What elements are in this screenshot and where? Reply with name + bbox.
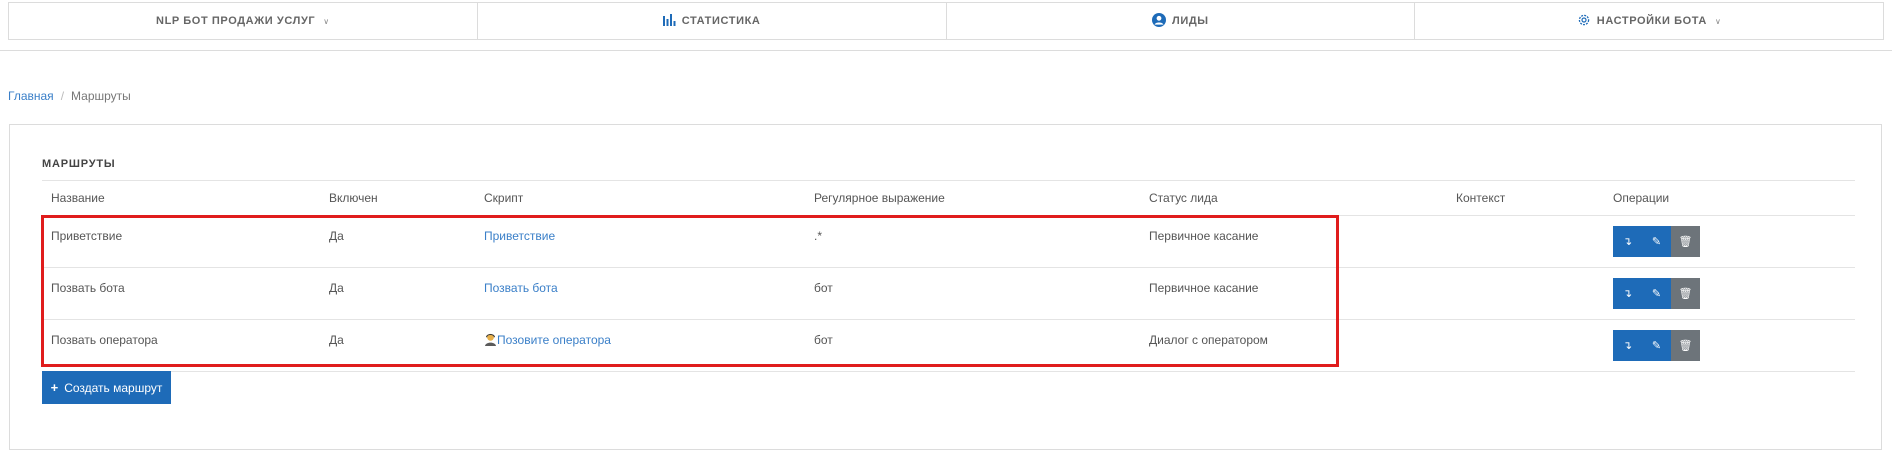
column-header-script[interactable]: Скрипт [475,180,805,216]
table-row: Приветствие Да Приветствие .* Первичное … [42,215,1855,268]
operator-icon [484,333,497,347]
edit-icon: ✎ [1651,236,1662,248]
plus-icon: + [50,380,59,395]
route-operations: ↴ ✎ 🗑 [1604,319,1855,372]
routes-card: МАРШРУТЫ Название Включен Скрипт Регуляр… [9,124,1882,450]
table-row: Позвать бота Да Позвать бота бот Первичн… [42,267,1855,320]
edit-button[interactable]: ✎ [1642,226,1671,257]
route-status: Первичное касание [1140,215,1447,268]
breadcrumb-current: Маршруты [71,89,131,103]
delete-button[interactable]: 🗑 [1671,226,1700,257]
edit-button[interactable]: ✎ [1642,278,1671,309]
table-header-row: Название Включен Скрипт Регулярное выраж… [42,180,1855,216]
nav-statistics-label: СТАТИСТИКА [681,15,761,27]
move-icon: ↴ [1622,340,1633,352]
column-header-status[interactable]: Статус лида [1140,180,1447,216]
route-regex: .* [805,215,1140,268]
edit-icon: ✎ [1651,288,1662,300]
chevron-down-icon: ∨ [323,16,330,26]
move-icon: ↴ [1622,288,1633,300]
create-route-label: Создать маршрут [64,380,163,395]
breadcrumb-home-link[interactable]: Главная [8,89,54,103]
route-name: Позвать бота [42,267,320,320]
route-enabled: Да [320,267,475,320]
column-header-operations: Операции [1604,180,1855,216]
route-name: Позвать оператора [42,319,320,372]
route-script-link[interactable]: Позвать бота [484,281,558,295]
gear-icon [1577,13,1591,30]
route-enabled: Да [320,215,475,268]
route-name: Приветствие [42,215,320,268]
move-button[interactable]: ↴ [1613,278,1642,309]
nav-bot-menu[interactable]: NLP БОТ ПРОДАЖИ УСЛУГ ∨ [9,3,478,39]
trash-icon: 🗑 [1678,236,1693,248]
user-circle-icon [1152,12,1167,30]
column-header-enabled[interactable]: Включен [320,180,475,216]
route-regex: бот [805,319,1140,372]
route-context [1447,215,1604,268]
top-navigation: NLP БОТ ПРОДАЖИ УСЛУГ ∨ СТАТИСТИКА ЛИДЫ … [8,2,1884,40]
chevron-down-icon: ∨ [1714,16,1722,26]
route-script-link[interactable]: Приветствие [484,229,555,243]
move-icon: ↴ [1622,236,1633,248]
bar-chart-icon [662,13,676,29]
routes-title: МАРШРУТЫ [42,158,116,170]
trash-icon: 🗑 [1678,340,1693,352]
move-button[interactable]: ↴ [1613,226,1642,257]
breadcrumb-separator: / [60,89,65,103]
trash-icon: 🗑 [1678,288,1693,300]
route-context [1447,267,1604,320]
column-header-name[interactable]: Название [42,180,320,216]
delete-button[interactable]: 🗑 [1671,330,1700,361]
route-operations: ↴ ✎ 🗑 [1604,215,1855,268]
edit-button[interactable]: ✎ [1642,330,1671,361]
route-status: Первичное касание [1140,267,1447,320]
column-header-regex[interactable]: Регулярное выражение [805,180,1140,216]
route-operations: ↴ ✎ 🗑 [1604,267,1855,320]
delete-button[interactable]: 🗑 [1671,278,1700,309]
move-button[interactable]: ↴ [1613,330,1642,361]
route-regex: бот [805,267,1140,320]
create-route-button[interactable]: + Создать маршрут [42,371,171,404]
route-status: Диалог с оператором [1140,319,1447,372]
breadcrumb: Главная / Маршруты [8,89,131,103]
edit-icon: ✎ [1651,340,1662,352]
nav-leads[interactable]: ЛИДЫ [947,3,1416,39]
header-divider [0,50,1892,51]
route-enabled: Да [320,319,475,372]
table-row: Позвать оператора Да Позовите оператора … [42,319,1855,372]
nav-statistics[interactable]: СТАТИСТИКА [478,3,947,39]
routes-table: Название Включен Скрипт Регулярное выраж… [42,180,1855,372]
nav-bot-label: NLP БОТ ПРОДАЖИ УСЛУГ [156,15,316,27]
nav-bot-settings[interactable]: НАСТРОЙКИ БОТА ∨ [1415,3,1883,39]
column-header-context[interactable]: Контекст [1447,180,1604,216]
route-context [1447,319,1604,372]
nav-leads-label: ЛИДЫ [1172,15,1209,27]
nav-settings-label: НАСТРОЙКИ БОТА [1596,15,1707,27]
route-script-link[interactable]: Позовите оператора [497,333,611,347]
